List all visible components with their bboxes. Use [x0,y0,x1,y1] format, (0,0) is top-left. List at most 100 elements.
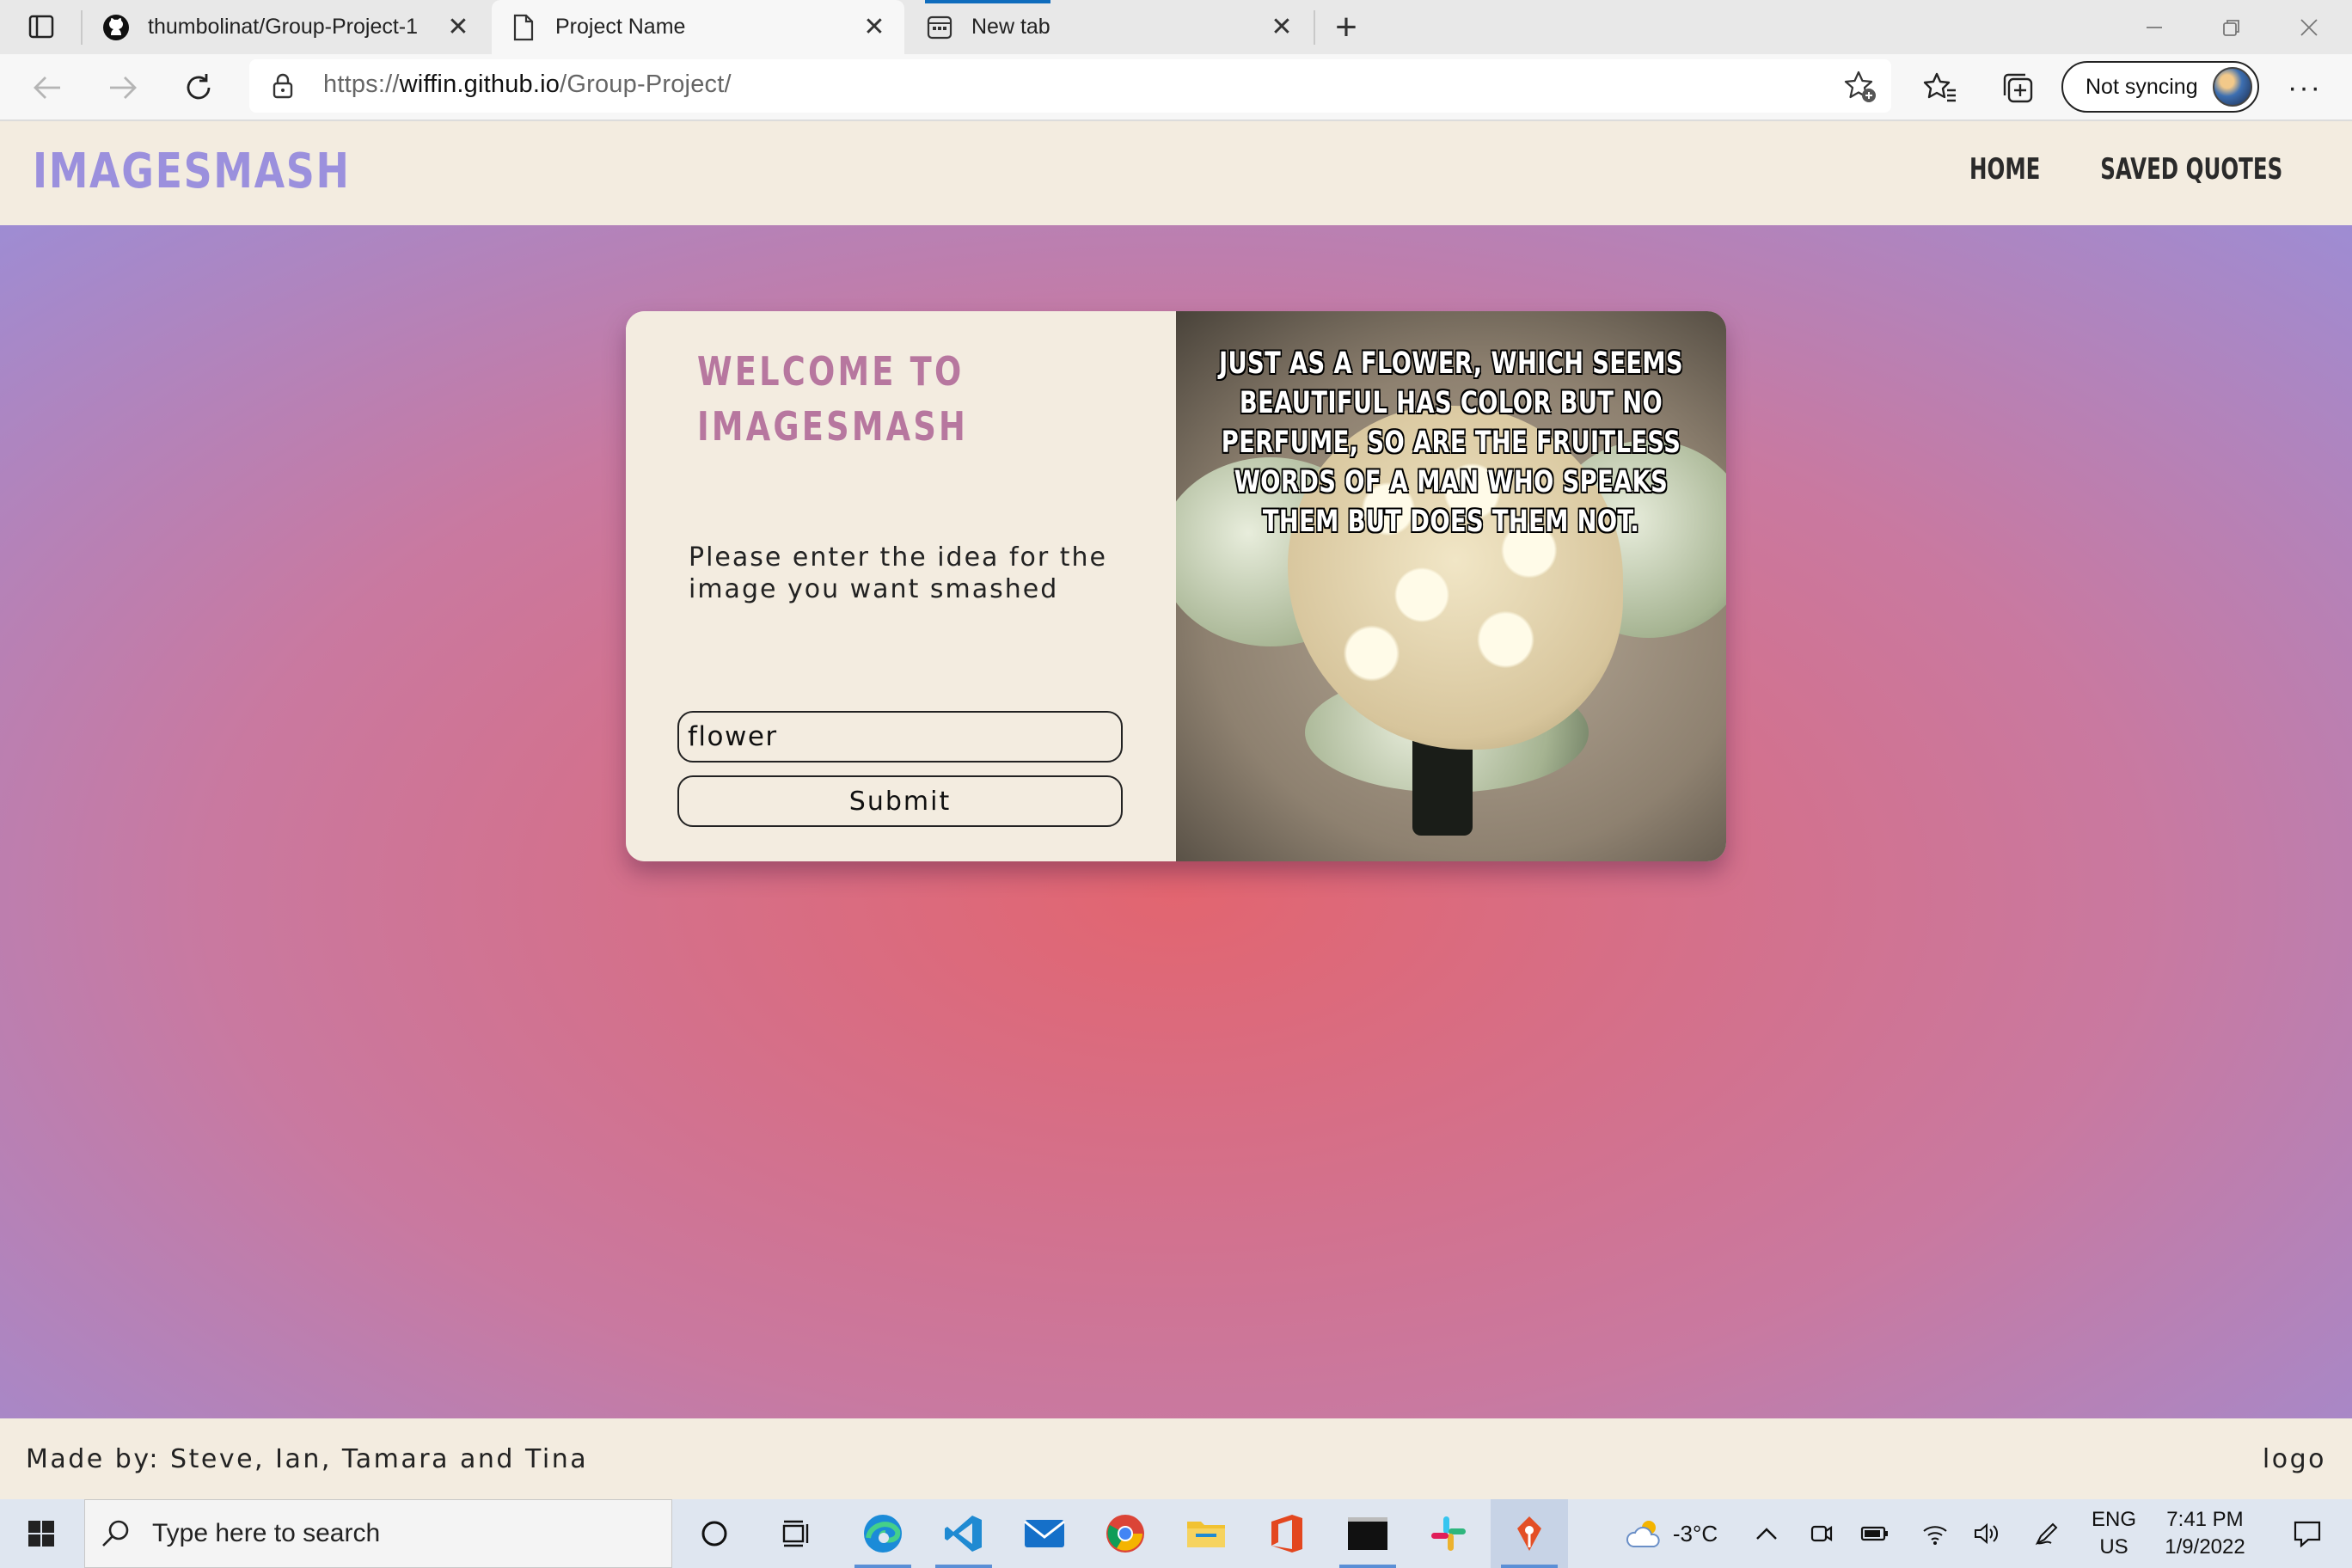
browser-toolbar: https://wiffin.github.io/Group-Project/ … [0,54,2352,121]
show-hidden-icons-button[interactable] [1745,1499,1788,1568]
notification-icon [2294,1521,2321,1547]
input-language-indicator[interactable]: ENG US [2084,1506,2144,1561]
welcome-line-2: IMAGESMASH [697,403,969,450]
taskbar-app-vscode[interactable] [925,1499,1002,1568]
forward-arrow-icon [110,77,137,99]
weather-cloudy-icon [1626,1521,1660,1547]
office-icon [1271,1515,1302,1553]
network-indicator[interactable] [1914,1499,1957,1568]
clock-time: 7:41 PM [2166,1508,2244,1531]
lock-icon [272,73,294,103]
site-header: IMAGESMASH HOME SAVED QUOTES [0,121,2352,225]
taskbar-app-office[interactable] [1248,1499,1326,1568]
address-bar[interactable]: https://wiffin.github.io/Group-Project/ [249,59,1891,113]
taskbar-app-edge[interactable] [844,1499,922,1568]
nav-saved-quotes-link[interactable]: SAVED QUOTES [2100,152,2282,187]
url-path: /Group-Project/ [560,70,732,98]
browser-tab-strip: thumbolinat/Group-Project-1 ✕ Project Na… [0,0,2352,54]
tab-project-name[interactable]: Project Name ✕ [492,0,904,54]
speaker-icon [1975,1522,1999,1545]
close-window-icon [2300,18,2318,36]
meet-now-button[interactable] [1800,1499,1843,1568]
restore-icon [2223,19,2239,36]
notifications-button[interactable] [2273,1499,2342,1568]
add-favorite-button[interactable] [1843,70,1877,108]
cortana-icon [701,1521,727,1547]
idea-input[interactable] [677,711,1123,763]
region-code: US [2099,1535,2128,1559]
profile-button[interactable]: Not syncing [2061,61,2259,113]
windows-logo-icon [28,1521,54,1547]
task-view-button[interactable] [758,1499,836,1568]
search-placeholder: Type here to search [152,1519,381,1547]
task-view-icon [782,1520,809,1547]
cortana-button[interactable] [676,1499,753,1568]
site-logo[interactable]: IMAGESMASH [33,144,351,199]
new-tab-button[interactable]: + [1322,6,1370,48]
back-button[interactable] [26,66,69,109]
meet-now-icon [1810,1525,1833,1542]
avatar [2213,67,2252,107]
vscode-icon [945,1516,982,1552]
pen-workspace-button[interactable] [2025,1499,2068,1568]
nav-home-link[interactable]: HOME [1969,152,2040,187]
close-tab-icon[interactable]: ✕ [860,12,889,41]
tab-github[interactable]: thumbolinat/Group-Project-1 ✕ [84,0,488,54]
tab-actions-button[interactable] [24,12,58,41]
taskbar-clock[interactable]: 7:41 PM 1/9/2022 [2149,1506,2261,1561]
taskbar-app-mail[interactable] [1006,1499,1083,1568]
web-page: IMAGESMASH HOME SAVED QUOTES WELCOME TO … [0,121,2352,1499]
favorites-button[interactable] [1919,66,1962,109]
weather-temperature: -3°C [1672,1520,1718,1547]
weather-widget[interactable]: -3°C [1616,1499,1728,1568]
forward-button[interactable] [101,66,144,109]
search-icon [102,1520,129,1547]
taskbar-app-git[interactable] [1491,1499,1568,1568]
sync-status-label: Not syncing [2086,74,2198,99]
favorites-icon [1923,72,1956,102]
site-nav: HOME SAVED QUOTES [1956,152,2318,187]
settings-more-button[interactable]: ··· [2283,66,2326,109]
quote-overlay: JUST AS A FLOWER, WHICH SEEMS BEAUTIFUL … [1218,346,1684,539]
minimize-button[interactable] [2116,0,2192,54]
taskbar-app-terminal[interactable] [1329,1499,1406,1568]
back-arrow-icon [34,77,60,99]
tab-new-tab[interactable]: New tab ✕ [908,0,1312,54]
file-explorer-icon [1187,1522,1225,1547]
form-panel: WELCOME TO IMAGESMASH Please enter the i… [626,311,1176,861]
smashed-image: JUST AS A FLOWER, WHICH SEEMS BEAUTIFUL … [1176,311,1726,861]
terminal-icon [1348,1517,1387,1550]
site-footer: Made by: Steve, Ian, Tamara and Tina log… [0,1418,2352,1499]
clock-date: 1/9/2022 [2165,1535,2245,1559]
close-tab-icon[interactable]: ✕ [444,12,473,41]
start-button[interactable] [0,1499,83,1568]
minimize-icon [2147,26,2162,28]
tab-actions-icon [28,15,54,39]
collections-icon [2003,73,2033,103]
taskbar-app-chrome[interactable] [1087,1499,1164,1568]
newtab-icon [925,13,954,42]
welcome-line-1: WELCOME TO [697,348,965,395]
submit-button[interactable]: Submit [677,775,1123,827]
url-scheme: https:// [323,70,400,98]
url-text: https://wiffin.github.io/Group-Project/ [323,70,732,99]
taskbar-app-file-explorer[interactable] [1167,1499,1245,1568]
chevron-up-icon [1756,1528,1777,1540]
close-window-button[interactable] [2271,0,2347,54]
tab-label: Project Name [555,15,686,39]
footer-logo: logo [2262,1444,2326,1474]
restore-button[interactable] [2194,0,2269,54]
volume-button[interactable] [1965,1499,2008,1568]
tab-separator [1314,10,1315,45]
windows-taskbar: Type here to search -3°C ENG US 7:41 PM … [0,1499,2352,1568]
refresh-button[interactable] [177,66,220,109]
smash-card: WELCOME TO IMAGESMASH Please enter the i… [626,311,1726,861]
battery-icon [1860,1526,1888,1541]
github-icon [101,13,131,42]
taskbar-search[interactable]: Type here to search [84,1499,672,1568]
page-icon [509,13,538,42]
battery-indicator[interactable] [1853,1499,1896,1568]
collections-button[interactable] [1996,66,2039,109]
close-tab-icon[interactable]: ✕ [1267,12,1296,41]
taskbar-app-slack[interactable] [1410,1499,1487,1568]
